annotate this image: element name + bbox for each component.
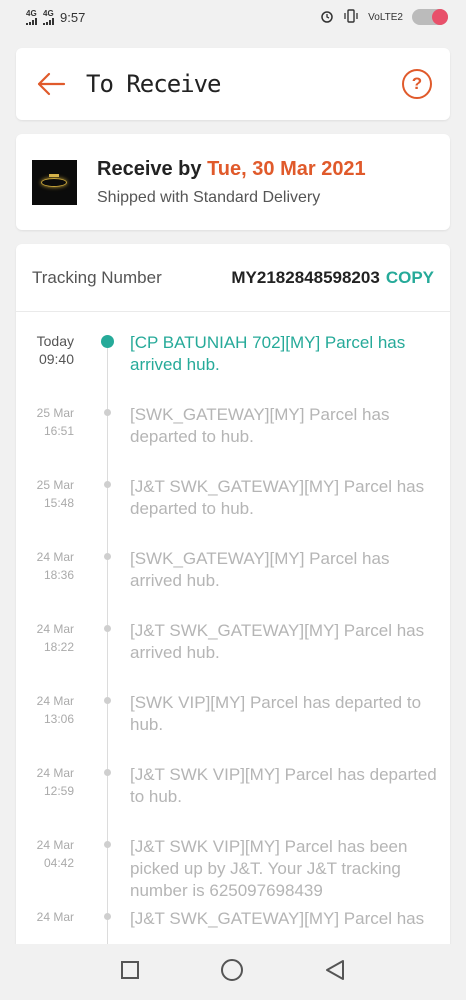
event-description: [SWK_GATEWAY][MY] Parcel has arrived hub…	[130, 549, 390, 590]
timeline-event: 24 Mar 12:59 [J&T SWK VIP][MY] Parcel has …	[16, 764, 450, 836]
event-time: 18:22	[43, 640, 74, 654]
event-date: 24 Mar	[36, 550, 74, 564]
event-date: 24 Mar	[36, 622, 74, 636]
tracking-timeline: Today 09:40 [CP BATUNIAH 702][MY] Parcel h…	[16, 312, 450, 980]
event-time: 04:42	[43, 856, 74, 870]
receive-by-line: Receive by Tue, 30 Mar 2021	[97, 158, 366, 181]
timeline-dot-icon	[104, 769, 111, 776]
event-timestamp: Today 09:40	[16, 332, 74, 404]
timeline-event: 24 Mar 04:42 [J&T SWK VIP][MY] Parcel has …	[16, 836, 450, 908]
event-date: 24 Mar	[36, 766, 74, 780]
signal-icon-1: 4G	[26, 9, 37, 25]
event-timestamp: 24 Mar 18:22	[16, 620, 74, 692]
square-icon	[121, 960, 140, 979]
timeline-event: 24 Mar 18:22 [J&T SWK_GATEWAY][MY] Parcel …	[16, 620, 450, 692]
timeline-dot-icon	[104, 697, 111, 704]
receive-by-label: Receive by	[97, 157, 202, 180]
event-description: [J&T SWK_GATEWAY][MY] Parcel has arrived…	[130, 621, 425, 662]
arrow-left-icon	[37, 72, 66, 96]
event-description: [SWK VIP][MY] Parcel has departed to hub…	[130, 693, 422, 734]
back-nav-button[interactable]	[323, 958, 347, 987]
system-nav-bar	[0, 944, 466, 1000]
question-circle-icon: ?	[411, 74, 423, 93]
timeline-dot-icon	[104, 481, 111, 488]
timeline-dot-icon	[104, 841, 111, 848]
event-date: 24 Mar	[36, 910, 74, 924]
timeline-dot-icon	[104, 625, 111, 632]
signal-icon-2: 4G	[43, 9, 54, 25]
event-timestamp: 24 Mar 04:42	[16, 836, 74, 908]
timeline-event: 25 Mar 15:48 [J&T SWK_GATEWAY][MY] Parcel …	[16, 476, 450, 548]
event-description: [J&T SWK_GATEWAY][MY] Parcel has departe…	[130, 477, 425, 518]
clock: 9:57	[60, 9, 86, 25]
back-button[interactable]	[34, 67, 68, 101]
tracking-header: Tracking Number MY2182848598203 COPY	[16, 244, 450, 312]
event-timestamp: 25 Mar 15:48	[16, 476, 74, 548]
timeline-event: Today 09:40 [CP BATUNIAH 702][MY] Parcel h…	[16, 332, 450, 404]
event-date: 24 Mar	[36, 694, 74, 708]
event-date: 24 Mar	[36, 838, 74, 852]
event-timestamp: 25 Mar 16:51	[16, 404, 74, 476]
event-timestamp: 24 Mar 13:06	[16, 692, 74, 764]
copy-button[interactable]: COPY	[386, 268, 434, 288]
timeline-dot-icon	[101, 335, 114, 348]
event-time: 15:48	[43, 496, 74, 510]
event-time: 09:40	[38, 351, 74, 367]
event-time: 18:36	[43, 568, 74, 582]
event-description: [SWK_GATEWAY][MY] Parcel has departed to…	[130, 405, 390, 446]
page-title: To Receive	[86, 70, 222, 98]
tracking-number-value: MY2182848598203	[231, 267, 380, 287]
timeline-dot-icon	[104, 553, 111, 560]
delivery-card: Receive by Tue, 30 Mar 2021 Shipped with…	[16, 134, 450, 230]
event-description: [CP BATUNIAH 702][MY] Parcel has arrived…	[130, 333, 406, 374]
help-button[interactable]: ?	[402, 69, 432, 99]
timeline-event: 24 Mar 18:36 [SWK_GATEWAY][MY] Parcel has …	[16, 548, 450, 620]
timeline-event: 25 Mar 16:51 [SWK_GATEWAY][MY] Parcel has …	[16, 404, 450, 476]
timeline-dot-icon	[104, 913, 111, 920]
event-timestamp: 24 Mar 18:36	[16, 548, 74, 620]
alarm-icon	[320, 9, 334, 26]
event-description: [J&T SWK VIP][MY] Parcel has been picked…	[130, 837, 408, 900]
recent-apps-button[interactable]	[119, 959, 141, 986]
tracking-number-label: Tracking Number	[32, 267, 162, 287]
circle-icon	[220, 958, 243, 981]
receive-date: Tue, 30 Mar 2021	[207, 157, 366, 180]
shipping-method: Shipped with Standard Delivery	[97, 188, 321, 206]
event-date: 25 Mar	[36, 478, 74, 492]
triangle-back-icon	[325, 959, 344, 980]
status-bar: 4G 4G 9:57 VoLTE2	[0, 0, 466, 34]
event-date: Today	[36, 333, 74, 349]
timeline-dot-icon	[104, 409, 111, 416]
battery-icon	[412, 9, 448, 25]
event-time: 16:51	[43, 424, 74, 438]
product-thumbnail[interactable]	[32, 159, 77, 205]
event-description: [J&T SWK VIP][MY] Parcel has departed to…	[130, 765, 437, 806]
timeline-event: 24 Mar 13:06 [SWK VIP][MY] Parcel has depa…	[16, 692, 450, 764]
home-button[interactable]	[220, 958, 244, 987]
event-timestamp: 24 Mar 12:59	[16, 764, 74, 836]
event-time: 12:59	[43, 784, 74, 798]
header-bar: To Receive ?	[16, 48, 450, 120]
volte-indicator: VoLTE2	[368, 11, 403, 23]
tracking-card: Tracking Number MY2182848598203 COPY Tod…	[16, 244, 450, 1000]
event-time: 13:06	[43, 712, 74, 726]
vibrate-icon	[343, 8, 359, 26]
event-date: 25 Mar	[36, 406, 74, 420]
